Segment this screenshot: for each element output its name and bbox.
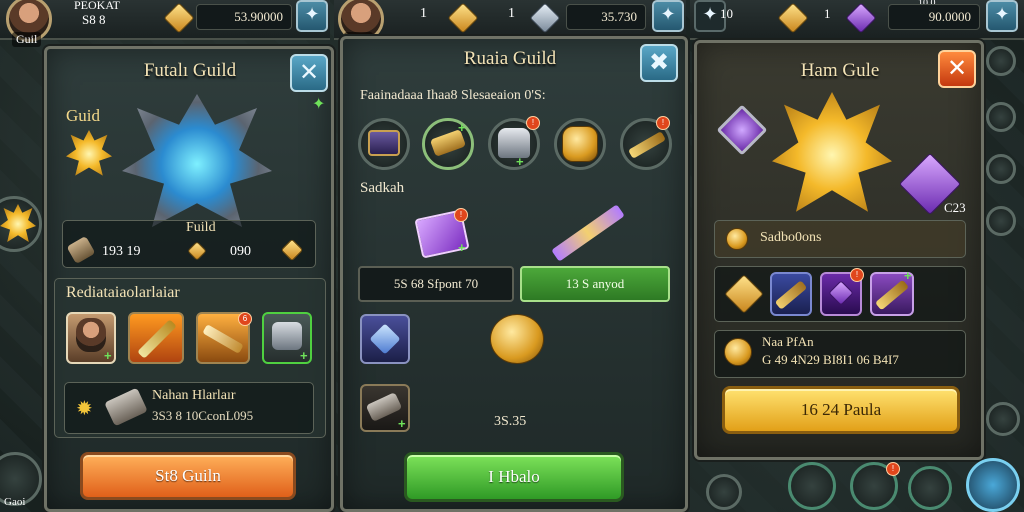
edge-label: Gaoi (4, 496, 26, 508)
sparkle-icon[interactable]: ✦ (986, 0, 1018, 32)
sparkle-icon[interactable]: ✦ (652, 0, 684, 32)
notification-badge: ! (850, 268, 864, 282)
info-title: Naa PfAn (762, 334, 814, 349)
join-guild-button[interactable]: I Hbalo (404, 452, 624, 502)
notification-badge: ! (656, 116, 670, 130)
close-button[interactable]: ✖ (640, 44, 678, 82)
field-label: Fuild (186, 220, 216, 235)
button-label: Hbalo (498, 467, 540, 486)
panel-title: Ruaia Guild (463, 48, 557, 69)
stat-a: 1 (420, 6, 427, 21)
guild-label: Guid (66, 106, 100, 125)
side-button[interactable] (986, 154, 1016, 184)
field-right[interactable]: 13 S anyod (520, 266, 670, 302)
notification-badge: ! (454, 208, 468, 222)
stat-right: 090 (230, 244, 251, 259)
shield-shape (562, 126, 598, 162)
resource-row (714, 220, 966, 258)
stat-b: 1 (824, 6, 831, 21)
plus-icon: + (398, 416, 406, 431)
panel-subtitle: Faainadaaa Ihaa8 Slesaeaion 0'S: (360, 88, 546, 103)
side-button[interactable] (986, 102, 1016, 132)
coin-icon (726, 228, 748, 250)
notification-badge: 6 (238, 312, 252, 326)
section-label: Rediataiaolarlaiar (66, 284, 180, 301)
player-stat: S8 8 (82, 12, 106, 27)
armor-shape (272, 322, 302, 350)
plus-icon: + (516, 154, 524, 169)
stat-a: 10 (720, 6, 733, 21)
notification-badge: ! (526, 116, 540, 130)
side-button[interactable] (986, 46, 1016, 76)
nav-button[interactable] (706, 474, 742, 510)
plus-icon: + (300, 348, 308, 363)
side-button[interactable] (986, 402, 1020, 436)
gear-icon: ✹ (76, 398, 93, 420)
row-subtitle: 3S3 8 10CconL095 (152, 408, 254, 423)
currency-counter: 90.0000 (888, 4, 980, 30)
coin-icon (724, 338, 752, 366)
button-prefix: I (488, 467, 494, 486)
panel-title: Ham Gule (800, 60, 880, 81)
confirm-button[interactable]: 16 24 Paula (722, 386, 960, 434)
nav-button[interactable] (908, 466, 952, 510)
avatar-label: Guil (12, 32, 42, 47)
resource-label: Sadbo0ons (760, 230, 822, 245)
plus-icon: + (904, 268, 912, 283)
row-title: Nahan Hlarlaır (152, 388, 236, 403)
sparkle-icon: ✦ (312, 96, 326, 113)
sparkle-icon[interactable]: ✦ (296, 0, 328, 32)
field-left[interactable]: 5S 68 Sfpont 70 (358, 266, 514, 302)
nav-button[interactable] (788, 462, 836, 510)
nav-button-main[interactable] (966, 458, 1020, 512)
plus-icon: + (458, 240, 466, 255)
side-button[interactable] (986, 206, 1016, 236)
plus-icon: + (104, 348, 112, 363)
chest-shape (368, 130, 400, 156)
close-button[interactable]: ✕ (938, 50, 976, 88)
stat-b: 1 (508, 6, 515, 21)
panel-title: Futalı Guild (143, 60, 237, 81)
plus-icon: + (458, 120, 466, 135)
info-subtitle: G 49 4N29 BI8I1 06 B4I7 (762, 352, 899, 367)
currency-counter: 53.90000 (196, 4, 292, 30)
emblem-count: C23 (944, 200, 966, 215)
value-label: 3S.35 (494, 414, 527, 429)
helmet-shape (498, 128, 530, 158)
gold-orb-icon[interactable] (490, 314, 544, 364)
portrait-face (76, 318, 106, 352)
notification-badge: ! (886, 462, 900, 476)
stat-value: 193 19 (102, 244, 141, 259)
currency-counter: 35.730 (566, 4, 646, 30)
section-label: Sadkah (360, 180, 405, 196)
create-guild-button[interactable]: St8 Guiln (80, 452, 296, 500)
close-button[interactable]: ✕ (290, 54, 328, 92)
